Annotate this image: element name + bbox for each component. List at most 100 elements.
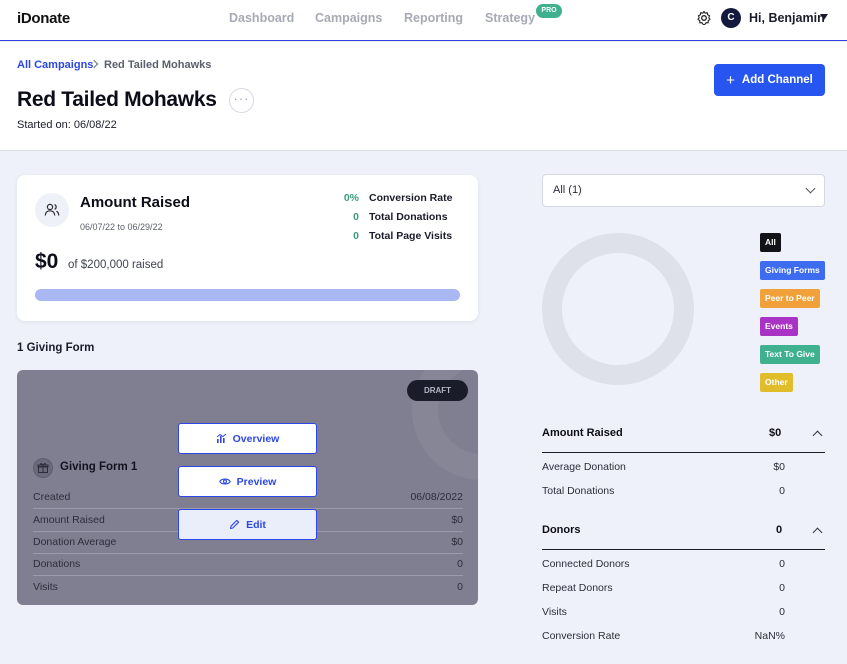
row-label: Created xyxy=(33,491,71,503)
row-label: Total Donations xyxy=(542,485,615,497)
giving-form-card: DRAFT Giving Form 1 Created 06/08/2022 A… xyxy=(17,370,478,605)
giving-forms-heading: 1 Giving Form xyxy=(17,342,95,354)
overview-label: Overview xyxy=(232,432,280,445)
stat-value: 0 xyxy=(353,211,359,223)
overview-button[interactable]: Overview xyxy=(178,423,317,454)
legend-chip-all[interactable]: All xyxy=(760,233,781,252)
row-label: Connected Donors xyxy=(542,558,630,570)
visits-row: Visits 0 xyxy=(542,604,825,622)
form-row-donations: Donations 0 xyxy=(33,554,463,576)
status-badge: DRAFT xyxy=(407,380,468,401)
chevron-down-icon[interactable] xyxy=(820,14,828,20)
raised-amount: $0 xyxy=(35,250,59,273)
pencil-icon xyxy=(230,519,240,530)
logo[interactable]: iDonate xyxy=(17,10,70,27)
user-greeting[interactable]: Hi, Benjamin xyxy=(749,11,825,25)
nav-strategy[interactable]: Strategy xyxy=(485,11,535,25)
donut-ring xyxy=(542,233,694,385)
avatar[interactable]: C xyxy=(721,8,741,28)
campaign-header: All Campaigns Red Tailed Mohawks Red Tai… xyxy=(0,42,847,151)
date-range: 06/07/22 to 06/29/22 xyxy=(80,222,163,232)
total-donations-row: Total Donations 0 xyxy=(542,483,825,501)
legend-chip-events[interactable]: Events xyxy=(760,317,798,336)
pro-badge: PRO xyxy=(536,4,562,18)
add-channel-label: Add Channel xyxy=(741,74,813,86)
row-value: 06/08/2022 xyxy=(410,491,463,503)
divider xyxy=(542,549,825,550)
donors-section-header[interactable]: Donors 0 xyxy=(542,521,825,541)
row-value: 0 xyxy=(779,582,785,594)
gear-icon[interactable] xyxy=(696,10,712,26)
row-value: $0 xyxy=(451,536,463,548)
stat-label: Total Donations xyxy=(369,211,448,223)
add-channel-button[interactable]: + Add Channel xyxy=(714,64,825,96)
row-value: $0 xyxy=(451,514,463,526)
row-value: 0 xyxy=(457,558,463,570)
row-value: 0 xyxy=(779,558,785,570)
section-title: Donors xyxy=(542,524,581,536)
plus-icon: + xyxy=(726,71,735,89)
stat-value: 0 xyxy=(353,230,359,242)
giving-form-title: Giving Form 1 xyxy=(60,461,138,473)
row-label: Conversion Rate xyxy=(542,630,621,642)
row-value: 0 xyxy=(779,485,785,497)
chart-icon xyxy=(216,433,226,443)
breadcrumb-current: Red Tailed Mohawks xyxy=(104,59,212,71)
section-value: $0 xyxy=(769,427,782,439)
average-donation-row: Average Donation $0 xyxy=(542,459,825,477)
more-options-button[interactable]: ··· xyxy=(229,88,254,113)
stat-total-page-visits: 0 Total Page Visits xyxy=(317,230,452,242)
page-title: Red Tailed Mohawks xyxy=(17,88,217,111)
eye-icon xyxy=(218,478,231,485)
stat-conversion-rate: 0% Conversion Rate xyxy=(317,192,453,204)
stat-label: Total Page Visits xyxy=(369,230,453,242)
amount-raised-section-header[interactable]: Amount Raised $0 xyxy=(542,424,825,444)
divider xyxy=(542,452,825,453)
breadcrumb-all-campaigns[interactable]: All Campaigns xyxy=(17,59,93,71)
nav-reporting[interactable]: Reporting xyxy=(404,11,463,25)
progress-bar xyxy=(35,289,460,301)
chevron-up-icon[interactable] xyxy=(812,527,823,538)
row-value: 0 xyxy=(779,606,785,618)
section-title: Amount Raised xyxy=(542,427,623,439)
nav-dashboard[interactable]: Dashboard xyxy=(229,11,294,25)
chevron-down-icon xyxy=(805,183,816,194)
conversion-rate-row: Conversion Rate NaN% xyxy=(542,628,825,646)
row-value: $0 xyxy=(773,461,785,473)
stat-label: Conversion Rate xyxy=(369,192,453,204)
section-value: 0 xyxy=(776,524,783,536)
preview-label: Preview xyxy=(236,475,277,488)
repeat-donors-row: Repeat Donors 0 xyxy=(542,580,825,598)
row-label: Repeat Donors xyxy=(542,582,613,594)
row-label: Visits xyxy=(33,581,58,593)
legend-chip-giving-forms[interactable]: Giving Forms xyxy=(760,261,825,280)
top-nav: iDonate Dashboard Campaigns Reporting St… xyxy=(0,0,847,41)
edit-label: Edit xyxy=(246,518,266,531)
row-value: NaN% xyxy=(754,630,785,642)
row-label: Donations xyxy=(33,558,81,570)
nav-campaigns[interactable]: Campaigns xyxy=(315,11,382,25)
filter-value: All (1) xyxy=(553,184,582,196)
started-date: Started on: 06/08/22 xyxy=(17,119,117,131)
amount-raised-card: Amount Raised 06/07/22 to 06/29/22 0% Co… xyxy=(17,175,478,321)
edit-button[interactable]: Edit xyxy=(178,509,317,540)
row-value: 0 xyxy=(457,581,463,593)
gift-icon xyxy=(33,458,53,478)
row-label: Average Donation xyxy=(542,461,626,473)
people-icon xyxy=(35,193,69,227)
legend-chip-other[interactable]: Other xyxy=(760,373,793,392)
row-label: Donation Average xyxy=(33,536,117,548)
form-row-visits: Visits 0 xyxy=(33,577,463,599)
connected-donors-row: Connected Donors 0 xyxy=(542,556,825,574)
row-label: Visits xyxy=(542,606,567,618)
row-label: Amount Raised xyxy=(33,514,105,526)
stat-total-donations: 0 Total Donations xyxy=(317,211,448,223)
legend-chip-text-to-give[interactable]: Text To Give xyxy=(760,345,820,364)
channel-filter-select[interactable]: All (1) xyxy=(542,174,825,207)
preview-button[interactable]: Preview xyxy=(178,466,317,497)
card-title: Amount Raised xyxy=(80,194,191,211)
chevron-up-icon[interactable] xyxy=(812,430,823,441)
stat-value: 0% xyxy=(343,192,359,204)
legend-chip-peer-to-peer[interactable]: Peer to Peer xyxy=(760,289,820,308)
raised-goal: of $200,000 raised xyxy=(68,259,164,271)
